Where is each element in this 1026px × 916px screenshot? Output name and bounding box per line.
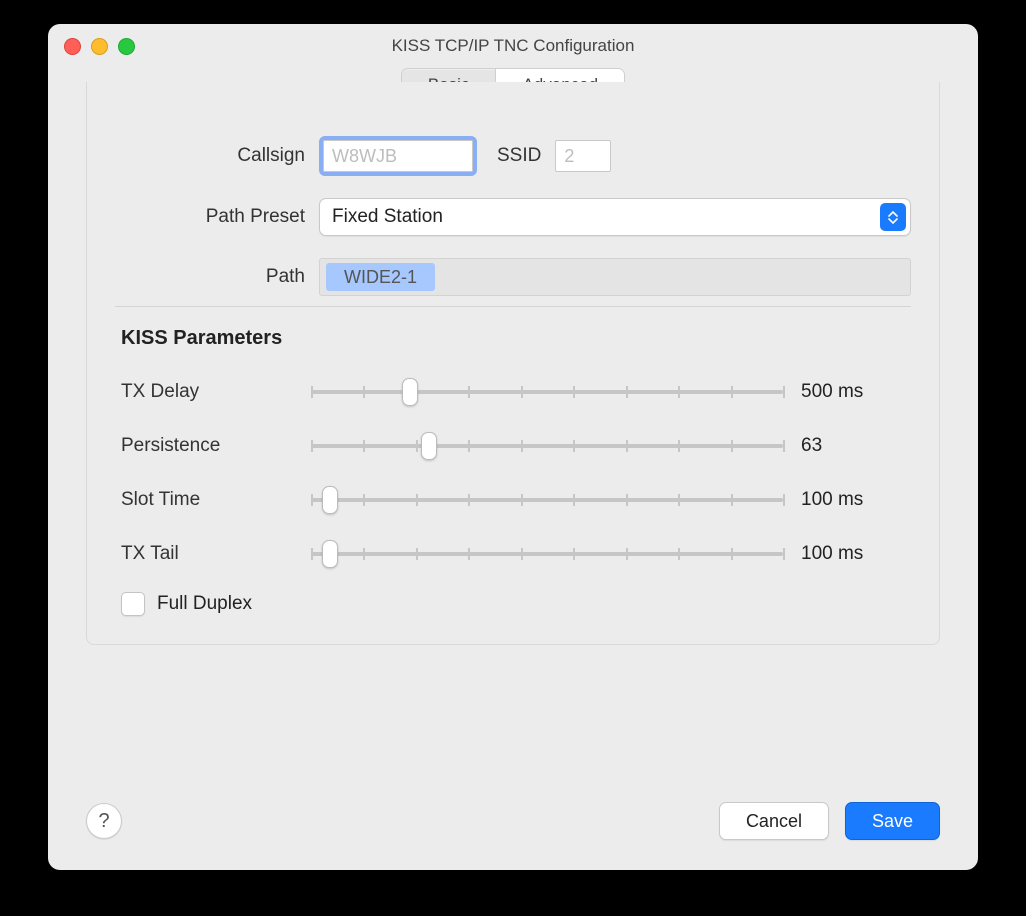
slider-row: Slot Time 100 ms bbox=[115, 476, 911, 524]
advanced-panel: Callsign SSID Path Preset Fixed Station bbox=[86, 82, 940, 645]
slider-label: Persistence bbox=[115, 435, 311, 457]
path-preset-value: Fixed Station bbox=[332, 206, 443, 228]
ssid-label: SSID bbox=[497, 145, 541, 167]
slider[interactable] bbox=[311, 432, 783, 460]
slider-thumb[interactable] bbox=[402, 378, 418, 406]
slider-thumb[interactable] bbox=[322, 486, 338, 514]
chevrons-up-down-icon bbox=[880, 203, 906, 231]
slider-row: TX Delay 500 ms bbox=[115, 368, 911, 416]
minimize-icon[interactable] bbox=[91, 38, 108, 55]
slider-row: Persistence 63 bbox=[115, 422, 911, 470]
slider-value: 100 ms bbox=[783, 543, 911, 565]
path-label: Path bbox=[115, 266, 319, 288]
slider[interactable] bbox=[311, 378, 783, 406]
slider-value: 63 bbox=[783, 435, 911, 457]
titlebar: KISS TCP/IP TNC Configuration bbox=[48, 24, 978, 68]
slider-label: Slot Time bbox=[115, 489, 311, 511]
full-duplex-label: Full Duplex bbox=[157, 593, 252, 615]
path-token[interactable]: WIDE2-1 bbox=[326, 263, 435, 291]
save-button[interactable]: Save bbox=[845, 802, 940, 840]
traffic-lights bbox=[64, 38, 135, 55]
kiss-heading: KISS Parameters bbox=[121, 327, 911, 350]
slider-thumb[interactable] bbox=[421, 432, 437, 460]
help-button[interactable]: ? bbox=[86, 803, 122, 839]
path-field[interactable]: WIDE2-1 bbox=[319, 258, 911, 296]
full-duplex-checkbox[interactable] bbox=[121, 592, 145, 616]
slider-value: 500 ms bbox=[783, 381, 911, 403]
slider-row: TX Tail 100 ms bbox=[115, 530, 911, 578]
ssid-input[interactable] bbox=[555, 140, 611, 172]
window-title: KISS TCP/IP TNC Configuration bbox=[392, 36, 635, 55]
slider-value: 100 ms bbox=[783, 489, 911, 511]
slider-label: TX Delay bbox=[115, 381, 311, 403]
dialog-window: KISS TCP/IP TNC Configuration Basic Adva… bbox=[48, 24, 978, 870]
separator bbox=[115, 306, 911, 307]
path-preset-select[interactable]: Fixed Station bbox=[319, 198, 911, 236]
zoom-icon[interactable] bbox=[118, 38, 135, 55]
slider[interactable] bbox=[311, 540, 783, 568]
callsign-input[interactable] bbox=[323, 140, 473, 172]
callsign-focus-ring bbox=[319, 136, 477, 176]
close-icon[interactable] bbox=[64, 38, 81, 55]
cancel-button[interactable]: Cancel bbox=[719, 802, 829, 840]
slider-label: TX Tail bbox=[115, 543, 311, 565]
callsign-label: Callsign bbox=[115, 145, 319, 167]
slider-thumb[interactable] bbox=[322, 540, 338, 568]
path-preset-label: Path Preset bbox=[115, 206, 319, 228]
slider[interactable] bbox=[311, 486, 783, 514]
